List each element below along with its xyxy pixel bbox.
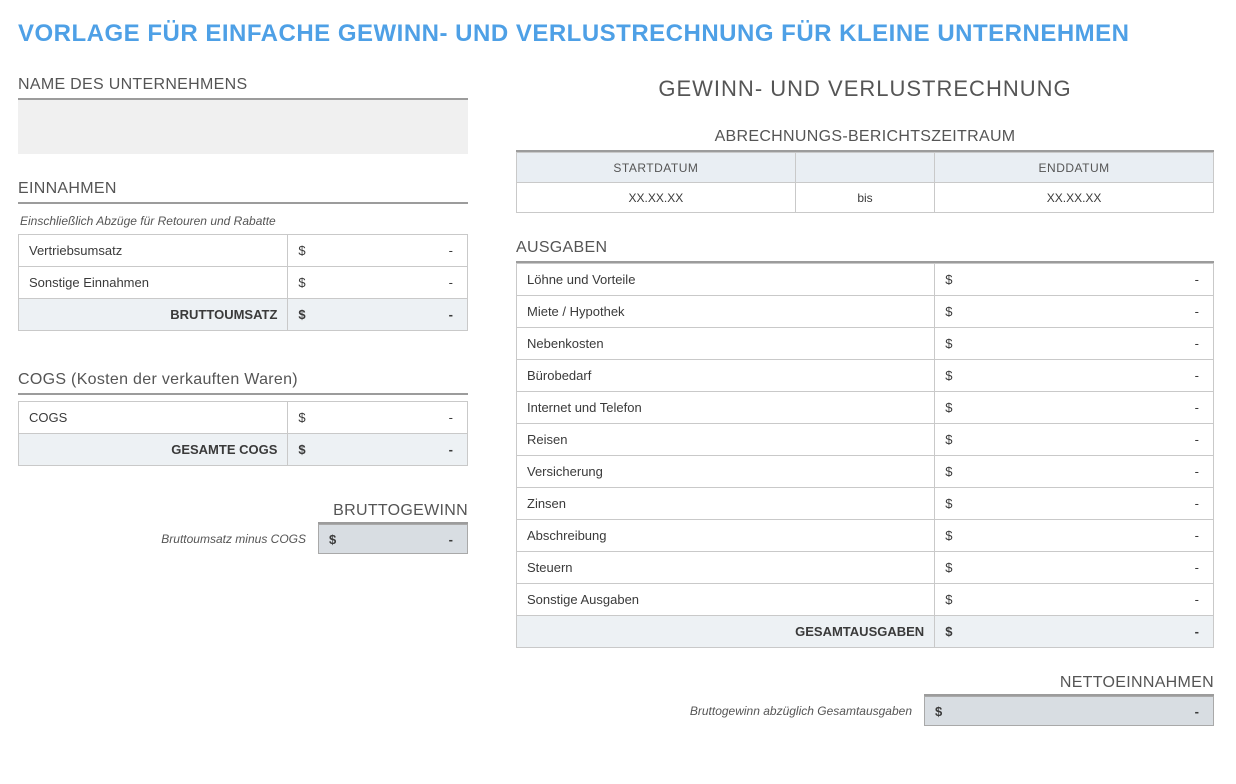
revenue-note: Einschließlich Abzüge für Retouren und R…	[20, 214, 468, 228]
currency-symbol: $	[935, 488, 963, 520]
table-row: Bürobedarf$-	[517, 360, 1214, 392]
period-table: STARTDATUM ENDDATUM XX.XX.XX bis XX.XX.X…	[516, 152, 1214, 213]
cogs-table: COGS$-GESAMTE COGS$-	[18, 401, 468, 466]
total-row: BRUTTOUMSATZ$-	[19, 299, 468, 331]
net-income-value-box: $ -	[924, 696, 1214, 726]
table-row: Versicherung$-	[517, 456, 1214, 488]
cogs-heading: COGS (Kosten der verkauften Waren)	[18, 371, 468, 389]
row-value[interactable]: -	[962, 424, 1213, 456]
row-label: Internet und Telefon	[517, 392, 935, 424]
total-row: GESAMTAUSGABEN$-	[517, 616, 1214, 648]
currency-symbol: $	[935, 520, 963, 552]
row-label: Miete / Hypothek	[517, 296, 935, 328]
page-title: VORLAGE FÜR EINFACHE GEWINN- UND VERLUST…	[18, 20, 1218, 48]
row-value[interactable]: -	[316, 267, 468, 299]
row-label: Vertriebsumsatz	[19, 235, 288, 267]
currency-symbol: $	[319, 532, 336, 547]
table-row: Sonstige Einnahmen$-	[19, 267, 468, 299]
currency-symbol: $	[935, 264, 963, 296]
divider	[18, 202, 468, 204]
company-name-input[interactable]	[18, 100, 468, 154]
table-row: Zinsen$-	[517, 488, 1214, 520]
row-value[interactable]: -	[962, 296, 1213, 328]
currency-symbol: $	[288, 434, 316, 466]
row-value[interactable]: -	[962, 360, 1213, 392]
total-label: GESAMTE COGS	[19, 434, 288, 466]
table-row: Internet und Telefon$-	[517, 392, 1214, 424]
row-value[interactable]: -	[962, 456, 1213, 488]
row-label: Bürobedarf	[517, 360, 935, 392]
row-label: Abschreibung	[517, 520, 935, 552]
row-value[interactable]: -	[962, 264, 1213, 296]
gross-profit-value: -	[336, 532, 467, 547]
row-label: Sonstige Ausgaben	[517, 584, 935, 616]
currency-symbol: $	[288, 235, 316, 267]
end-date-value[interactable]: XX.XX.XX	[935, 183, 1214, 213]
revenue-table: Vertriebsumsatz$-Sonstige Einnahmen$-BRU…	[18, 234, 468, 331]
table-row: Abschreibung$-	[517, 520, 1214, 552]
currency-symbol: $	[935, 360, 963, 392]
currency-symbol: $	[288, 402, 316, 434]
row-value[interactable]: -	[316, 235, 468, 267]
currency-symbol: $	[935, 456, 963, 488]
currency-symbol: $	[925, 704, 942, 719]
table-row: COGS$-	[19, 402, 468, 434]
revenue-heading: EINNAHMEN	[18, 180, 468, 198]
row-value[interactable]: -	[962, 328, 1213, 360]
currency-symbol: $	[935, 296, 963, 328]
currency-symbol: $	[935, 584, 963, 616]
currency-symbol: $	[935, 392, 963, 424]
total-value: -	[316, 434, 468, 466]
table-row: Vertriebsumsatz$-	[19, 235, 468, 267]
net-income-heading: NETTOEINNAHMEN	[516, 674, 1214, 692]
total-label: BRUTTOUMSATZ	[19, 299, 288, 331]
divider	[18, 393, 468, 395]
table-row: Nebenkosten$-	[517, 328, 1214, 360]
row-value[interactable]: -	[962, 520, 1213, 552]
currency-symbol: $	[288, 267, 316, 299]
currency-symbol: $	[935, 424, 963, 456]
row-label: Reisen	[517, 424, 935, 456]
table-row: Reisen$-	[517, 424, 1214, 456]
total-value: -	[962, 616, 1213, 648]
row-value[interactable]: -	[962, 552, 1213, 584]
table-row: Miete / Hypothek$-	[517, 296, 1214, 328]
period-sep: bis	[795, 183, 934, 213]
gross-profit-heading: BRUTTOGEWINN	[18, 502, 468, 520]
row-label: Sonstige Einnahmen	[19, 267, 288, 299]
net-income-value: -	[942, 704, 1213, 719]
row-label: Löhne und Vorteile	[517, 264, 935, 296]
table-row: Löhne und Vorteile$-	[517, 264, 1214, 296]
row-label: Zinsen	[517, 488, 935, 520]
currency-symbol: $	[288, 299, 316, 331]
currency-symbol: $	[935, 328, 963, 360]
table-row: Steuern$-	[517, 552, 1214, 584]
start-date-value[interactable]: XX.XX.XX	[517, 183, 796, 213]
company-name-label: NAME DES UNTERNEHMENS	[18, 76, 468, 94]
gross-profit-caption: Bruttoumsatz minus COGS	[18, 532, 318, 546]
row-label: Versicherung	[517, 456, 935, 488]
gross-profit-value-box: $ -	[318, 524, 468, 554]
total-row: GESAMTE COGS$-	[19, 434, 468, 466]
period-label: ABRECHNUNGS-BERICHTSZEITRAUM	[516, 128, 1214, 146]
row-label: Steuern	[517, 552, 935, 584]
row-value[interactable]: -	[962, 488, 1213, 520]
row-label: COGS	[19, 402, 288, 434]
row-value[interactable]: -	[316, 402, 468, 434]
expenses-heading: AUSGABEN	[516, 239, 1214, 257]
currency-symbol: $	[935, 616, 963, 648]
table-row: Sonstige Ausgaben$-	[517, 584, 1214, 616]
net-income-caption: Bruttogewinn abzüglich Gesamtausgaben	[516, 704, 924, 718]
end-date-header: ENDDATUM	[935, 153, 1214, 183]
row-value[interactable]: -	[962, 584, 1213, 616]
expenses-table: Löhne und Vorteile$-Miete / Hypothek$-Ne…	[516, 263, 1214, 648]
total-label: GESAMTAUSGABEN	[517, 616, 935, 648]
row-label: Nebenkosten	[517, 328, 935, 360]
statement-heading: GEWINN- UND VERLUSTRECHNUNG	[516, 76, 1214, 102]
currency-symbol: $	[935, 552, 963, 584]
total-value: -	[316, 299, 468, 331]
start-date-header: STARTDATUM	[517, 153, 796, 183]
row-value[interactable]: -	[962, 392, 1213, 424]
